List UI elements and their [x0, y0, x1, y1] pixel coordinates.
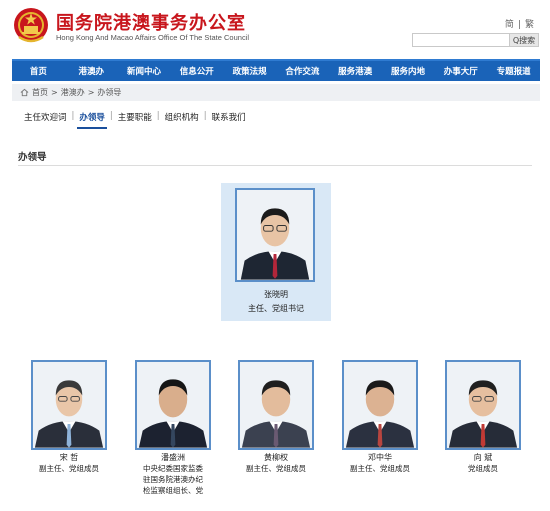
leader-name[interactable]: 张晓明: [221, 289, 331, 300]
breadcrumb-current: 办领导: [97, 88, 122, 97]
breadcrumb-separator: >: [87, 88, 95, 97]
nav-item-hmo[interactable]: 港澳办: [65, 65, 118, 77]
member-card[interactable]: 潘盛洲 中央纪委国家监委 驻国务院港澳办纪 检监察组组长、党: [135, 360, 211, 496]
member-name[interactable]: 黄柳权: [238, 452, 314, 463]
nav-item-special[interactable]: 专题报道: [487, 65, 540, 77]
portrait-image: [237, 190, 313, 280]
member-role: 检监察组组长、党: [143, 486, 203, 495]
member-photo[interactable]: [342, 360, 418, 450]
nav-item-policy[interactable]: 政策法规: [223, 65, 276, 77]
member-photo[interactable]: [31, 360, 107, 450]
member-name[interactable]: 向 斌: [445, 452, 521, 463]
member-role: 副主任、党组成员: [39, 464, 99, 473]
nav-item-home[interactable]: 首页: [12, 65, 65, 77]
portrait-image: [240, 362, 312, 448]
member-role: 党组成员: [468, 464, 498, 473]
lang-traditional-link[interactable]: 繁: [525, 20, 534, 30]
lang-simplified-link[interactable]: 简: [505, 20, 514, 30]
tab-functions[interactable]: 主要职能: [114, 111, 156, 123]
member-name[interactable]: 宋 哲: [31, 452, 107, 463]
member-card[interactable]: 宋 哲 副主任、党组成员: [31, 360, 107, 474]
site-title[interactable]: 国务院港澳事务办公室: [56, 9, 246, 35]
leader-photo[interactable]: [235, 188, 315, 282]
search-button[interactable]: Q搜索: [509, 33, 539, 47]
member-role: 副主任、党组成员: [350, 464, 410, 473]
member-photo[interactable]: [135, 360, 211, 450]
member-role: 中央纪委国家监委: [143, 464, 203, 473]
sub-navigation: 主任欢迎词 | 办领导 | 主要职能 | 组织机构 | 联系我们: [20, 111, 250, 129]
nav-item-serve-mainland[interactable]: 服务内地: [382, 65, 435, 77]
language-switcher: 简 | 繁: [503, 17, 536, 30]
search-button-label: Q搜索: [512, 35, 536, 45]
nav-item-serve-hkmo[interactable]: 服务港澳: [329, 65, 382, 77]
tab-contact[interactable]: 联系我们: [208, 111, 250, 123]
tab-welcome[interactable]: 主任欢迎词: [20, 111, 71, 123]
home-icon: [20, 88, 29, 97]
section-divider: [18, 165, 532, 166]
portrait-image: [344, 362, 416, 448]
portrait-image: [447, 362, 519, 448]
tab-organization[interactable]: 组织机构: [161, 111, 203, 123]
member-role: 驻国务院港澳办纪: [143, 475, 203, 484]
member-photo[interactable]: [238, 360, 314, 450]
member-photo[interactable]: [445, 360, 521, 450]
main-nav: 首页 港澳办 新闻中心 信息公开 政策法规 合作交流 服务港澳 服务内地 办事大…: [12, 59, 540, 81]
leader-title: 主任、党组书记: [248, 304, 304, 313]
nav-item-service-hall[interactable]: 办事大厅: [434, 65, 487, 77]
nav-item-cooperation[interactable]: 合作交流: [276, 65, 329, 77]
national-emblem-icon[interactable]: [13, 7, 49, 45]
nav-item-disclosure[interactable]: 信息公开: [170, 65, 223, 77]
breadcrumb-hmo-link[interactable]: 港澳办: [61, 87, 85, 98]
member-card[interactable]: 邓中华 副主任、党组成员: [342, 360, 418, 474]
portrait-image: [137, 362, 209, 448]
lang-divider: |: [517, 20, 521, 30]
tab-leaders[interactable]: 办领导: [75, 111, 109, 129]
breadcrumb-home-link[interactable]: 首页: [32, 87, 48, 98]
member-card[interactable]: 向 斌 党组成员: [445, 360, 521, 474]
member-name[interactable]: 潘盛洲: [135, 452, 211, 463]
breadcrumb-separator: >: [51, 88, 58, 97]
breadcrumb: 首页 > 港澳办 > 办领导: [12, 84, 540, 101]
portrait-image: [33, 362, 105, 448]
member-role: 副主任、党组成员: [246, 464, 306, 473]
member-name[interactable]: 邓中华: [342, 452, 418, 463]
site-header: 国务院港澳事务办公室 Hong Kong And Macao Affairs O…: [0, 0, 550, 58]
section-title: 办领导: [18, 152, 47, 163]
nav-item-news[interactable]: 新闻中心: [118, 65, 171, 77]
site-subtitle: Hong Kong And Macao Affairs Office Of Th…: [56, 33, 250, 42]
member-card[interactable]: 黄柳权 副主任、党组成员: [238, 360, 314, 474]
